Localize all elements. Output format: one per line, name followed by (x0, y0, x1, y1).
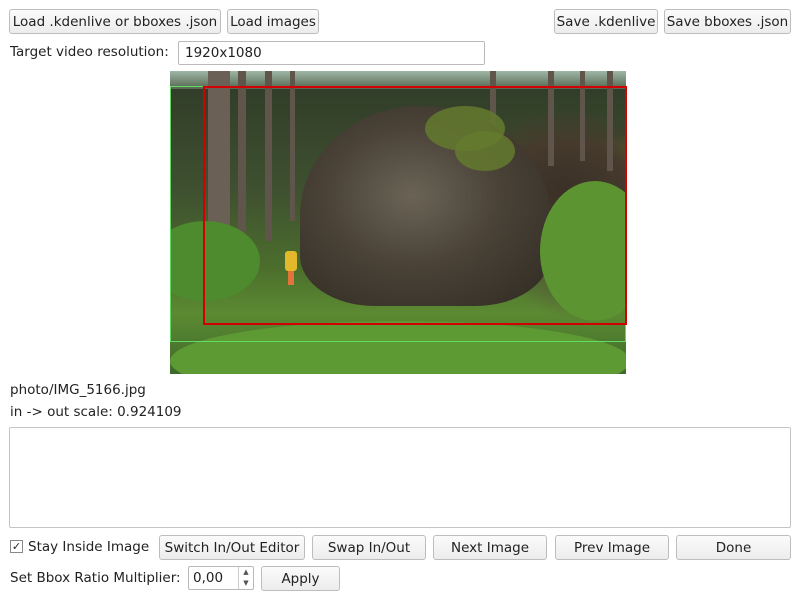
notes-textarea[interactable] (9, 427, 791, 528)
spin-arrows[interactable]: ▲ ▼ (238, 567, 253, 589)
swap-in-out-button[interactable]: Swap In/Out (312, 535, 426, 560)
save-kdenlive-button[interactable]: Save .kdenlive (554, 9, 658, 34)
ratio-value[interactable]: 0,00 (193, 570, 223, 586)
resolution-input[interactable]: 1920x1080 (178, 41, 485, 65)
load-kdenlive-button[interactable]: Load .kdenlive or bboxes .json (9, 9, 221, 34)
image-filename: photo/IMG_5166.jpg (10, 382, 146, 398)
next-image-button[interactable]: Next Image (433, 535, 547, 560)
prev-image-button[interactable]: Prev Image (555, 535, 669, 560)
spin-up-icon[interactable]: ▲ (239, 567, 253, 578)
apply-button[interactable]: Apply (261, 566, 340, 591)
switch-editor-button[interactable]: Switch In/Out Editor (159, 535, 305, 560)
resolution-label: Target video resolution: (10, 44, 169, 60)
stay-inside-label[interactable]: Stay Inside Image (28, 539, 149, 555)
stay-inside-checkbox[interactable]: ✓ (10, 540, 23, 553)
scale-info: in -> out scale: 0.924109 (10, 404, 182, 420)
done-button[interactable]: Done (676, 535, 791, 560)
out-bbox[interactable] (203, 86, 627, 325)
load-images-button[interactable]: Load images (227, 9, 319, 34)
save-bboxes-button[interactable]: Save bboxes .json (664, 9, 791, 34)
spin-down-icon[interactable]: ▼ (239, 578, 253, 589)
ratio-spinbox[interactable]: 0,00 ▲ ▼ (188, 566, 254, 590)
ratio-label: Set Bbox Ratio Multiplier: (10, 570, 181, 586)
